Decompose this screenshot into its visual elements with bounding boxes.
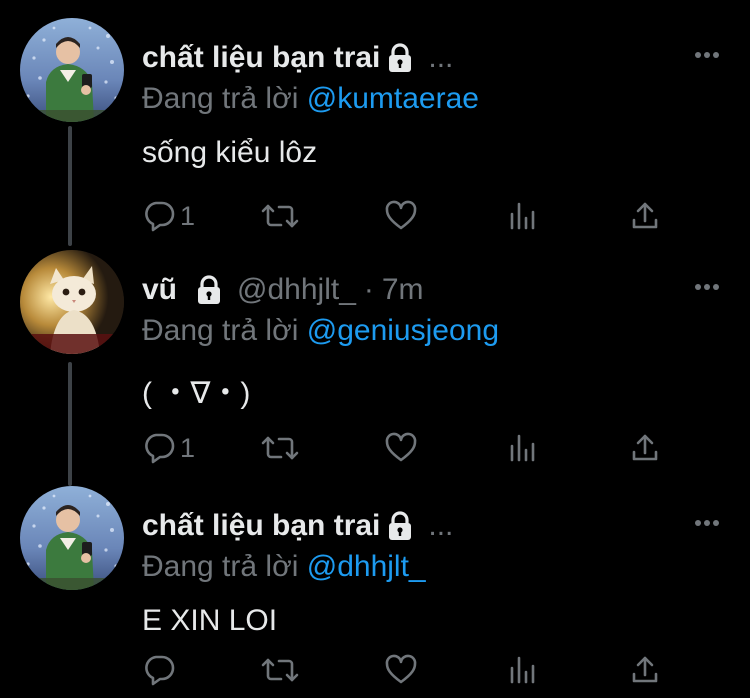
retweet-icon: [260, 200, 300, 232]
tweet-text: E XIN LOI: [142, 604, 278, 637]
more-icon[interactable]: [694, 46, 720, 58]
tweet[interactable]: chất liệu bạn trai ... Đang trả lời @kum…: [0, 18, 750, 248]
share-button[interactable]: [630, 652, 660, 688]
analytics-icon: [508, 432, 538, 464]
reply-icon: [142, 654, 176, 686]
lock-icon: [195, 275, 223, 305]
reply-button[interactable]: 1: [142, 198, 195, 234]
avatar[interactable]: [20, 250, 124, 354]
reply-count: 1: [180, 432, 196, 463]
tweet-text: ( ・∇・): [142, 377, 251, 410]
retweet-icon: [260, 654, 300, 686]
replying-prefix: Đang trả lời: [142, 82, 299, 115]
tweet-header: chất liệu bạn trai ...: [142, 506, 453, 546]
share-button[interactable]: [630, 430, 660, 466]
retweet-button[interactable]: [260, 430, 300, 466]
display-name[interactable]: chất liệu bạn trai: [142, 41, 380, 75]
like-button[interactable]: [384, 652, 418, 688]
reply-icon: [142, 200, 176, 232]
username-handle: ...: [428, 509, 454, 542]
replying-to: Đang trả lời @kumtaerae: [142, 82, 479, 116]
analytics-icon: [508, 654, 538, 686]
tweet-header: chất liệu bạn trai ...: [142, 38, 453, 78]
replying-prefix: Đang trả lời: [142, 314, 299, 347]
more-icon[interactable]: [694, 514, 720, 526]
separator-dot: ·: [363, 273, 374, 306]
replying-to: Đang trả lời @geniusjeong: [142, 314, 499, 348]
lock-icon: [386, 43, 414, 73]
like-button[interactable]: [384, 198, 418, 234]
display-name[interactable]: vũ: [142, 273, 177, 307]
tweet-text: sống kiểu lôz: [142, 136, 318, 169]
username-handle: ...: [428, 41, 454, 74]
share-icon: [630, 432, 660, 464]
action-bar: 1: [142, 198, 682, 234]
share-button[interactable]: [630, 198, 660, 234]
reply-button[interactable]: [142, 652, 180, 688]
replying-prefix: Đang trả lời: [142, 550, 299, 583]
action-bar: [142, 652, 682, 688]
action-bar: 1: [142, 430, 682, 466]
reply-mention-link[interactable]: @kumtaerae: [307, 82, 479, 115]
like-icon: [384, 432, 418, 464]
more-icon[interactable]: [694, 278, 720, 290]
reply-count: 1: [180, 200, 196, 231]
retweet-button[interactable]: [260, 652, 300, 688]
tweet-header: vũ @dhhjlt_ · 7m: [142, 270, 424, 310]
lock-icon: [386, 511, 414, 541]
timestamp[interactable]: 7m: [382, 273, 424, 307]
analytics-icon: [508, 200, 538, 232]
analytics-button[interactable]: [508, 430, 538, 466]
reply-icon: [142, 432, 176, 464]
like-icon: [384, 200, 418, 232]
tweet[interactable]: vũ @dhhjlt_ · 7m Đang trả lời @geniusjeo…: [0, 250, 750, 482]
reply-mention-link[interactable]: @dhhjlt_: [307, 550, 426, 583]
share-icon: [630, 200, 660, 232]
display-name[interactable]: chất liệu bạn trai: [142, 509, 380, 543]
tweet[interactable]: chất liệu bạn trai ... Đang trả lời @dhh…: [0, 486, 750, 698]
like-button[interactable]: [384, 430, 418, 466]
retweet-button[interactable]: [260, 198, 300, 234]
retweet-icon: [260, 432, 300, 464]
analytics-button[interactable]: [508, 198, 538, 234]
like-icon: [384, 654, 418, 686]
analytics-button[interactable]: [508, 652, 538, 688]
replying-to: Đang trả lời @dhhjlt_: [142, 550, 426, 584]
share-icon: [630, 654, 660, 686]
reply-mention-link[interactable]: @geniusjeong: [307, 314, 499, 347]
username-handle[interactable]: @dhhjlt_: [237, 273, 356, 307]
avatar[interactable]: [20, 486, 124, 590]
reply-button[interactable]: 1: [142, 430, 195, 466]
avatar[interactable]: [20, 18, 124, 122]
